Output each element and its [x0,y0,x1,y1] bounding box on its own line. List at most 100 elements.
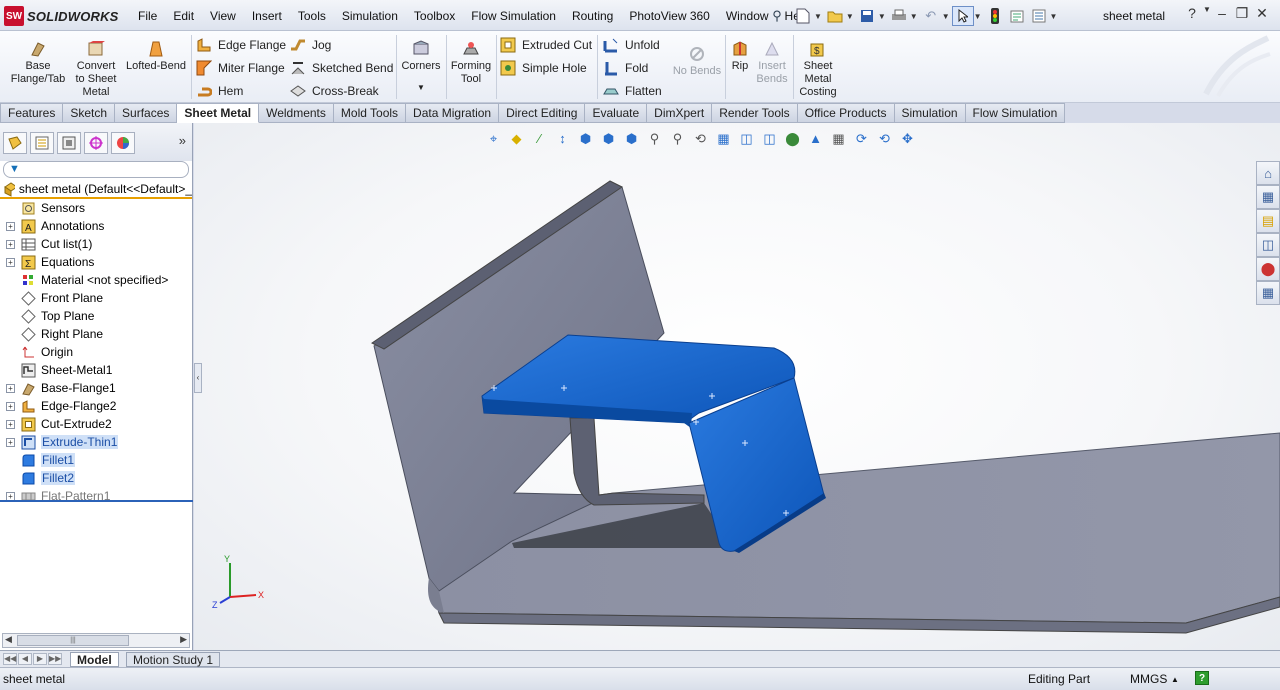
menu-edit[interactable]: Edit [173,9,194,23]
tab-direct-editing[interactable]: Direct Editing [499,103,586,123]
jog-button[interactable]: Jog [290,37,331,53]
restore-icon[interactable]: ❐ [1232,5,1252,22]
graphics-area[interactable]: ‹ ⌖ ◆ ∕ ↕ ⬢ ⬢ ⬢ ⚲ ⚲ ⟲ ▦ ◫ ◫ ⬤ ▲ ▦ ⟳ ⟲ ✥ … [194,123,1280,650]
tab-dimxpert[interactable]: DimXpert [647,103,713,123]
print-icon[interactable] [888,6,910,26]
undo-dropdown-icon[interactable]: ▼ [942,12,950,21]
solidworks-resources-tab[interactable]: ⌂ [1256,161,1280,185]
open-folder-icon[interactable] [824,6,846,26]
hem-button[interactable]: Hem [196,83,243,99]
flatten-button[interactable]: Flatten [603,83,662,99]
configurationmanager-tab[interactable] [57,132,81,154]
tree-item-base-flange1[interactable]: + Base-Flange1 [0,379,192,397]
sheet-metal-costing-button[interactable]: $ Sheet Metal Costing [797,40,839,99]
tab-office-products[interactable]: Office Products [797,103,895,123]
scroll-right-icon[interactable]: ▶ [180,634,187,645]
more-tabs-icon[interactable]: » [179,133,186,148]
tree-item-material-not-specified[interactable]: Material <not specified> [0,271,192,289]
quick-tips-help-icon[interactable]: ? [1195,671,1209,685]
dimxpertmanager-tab[interactable] [84,132,108,154]
menu-view[interactable]: View [210,9,236,23]
lofted-bend-button[interactable]: Lofted-Bend [124,40,188,73]
tab-surfaces[interactable]: Surfaces [115,103,178,123]
tree-item-extrude-thin1[interactable]: + Extrude-Thin1 [0,433,192,451]
no-bends-button[interactable]: No Bends [670,45,724,78]
simple-hole-button[interactable]: Simple Hole [500,60,587,76]
select-dropdown-icon[interactable]: ▼ [974,12,982,21]
base-plate[interactable] [428,432,1280,624]
tree-item-fillet1[interactable]: Fillet1 [0,451,192,469]
menu-flow-simulation[interactable]: Flow Simulation [471,9,556,23]
tab-evaluate[interactable]: Evaluate [585,103,648,123]
tree-item-sensors[interactable]: Sensors [0,199,192,217]
close-icon[interactable]: ✕ [1252,5,1272,22]
edge-flange-button[interactable]: Edge Flange [196,37,286,53]
tab-motion-study-1[interactable]: Motion Study 1 [126,652,221,667]
featuremanager-tab[interactable] [3,132,27,154]
new-document-icon[interactable] [792,6,814,26]
first-tab-icon[interactable]: ◀◀ [3,653,17,665]
next-tab-icon[interactable]: ▶ [33,653,47,665]
base-flange-button[interactable]: Base Flange/Tab [8,40,68,86]
cross-break-button[interactable]: Cross-Break [290,83,379,99]
previous-tab-icon[interactable]: ◀ [18,653,32,665]
tree-item-equations[interactable]: + Σ Equations [0,253,192,271]
expand-toggle-icon[interactable]: + [6,239,15,249]
open-dropdown-icon[interactable]: ▼ [846,12,854,21]
insert-bends-button[interactable]: Insert Bends [754,40,790,86]
tree-item-flat-pattern1[interactable]: + Flat-Pattern1 [0,487,192,505]
save-dropdown-icon[interactable]: ▼ [878,12,886,21]
select-pointer-icon[interactable] [951,6,974,26]
expand-toggle-icon[interactable]: + [6,401,15,411]
tab-sheet-metal[interactable]: Sheet Metal [177,103,260,123]
rebuild-traffic-light-icon[interactable] [984,6,1006,26]
horizontal-scrollbar[interactable]: ◀ ||| ▶ [2,633,190,648]
expand-toggle-icon[interactable]: + [6,257,15,267]
options-dropdown-icon[interactable]: ▼ [1050,12,1058,21]
tree-item-annotations[interactable]: + A Annotations [0,217,192,235]
displaymanager-tab[interactable] [111,132,135,154]
tree-item-right-plane[interactable]: Right Plane [0,325,192,343]
scroll-left-icon[interactable]: ◀ [5,634,12,645]
feature-tree-root[interactable]: sheet metal (Default<<Default>_ [0,181,192,199]
print-dropdown-icon[interactable]: ▼ [910,12,918,21]
undo-icon[interactable]: ↶ [920,6,942,26]
menu-photoview[interactable]: PhotoView 360 [629,9,710,23]
tab-mold-tools[interactable]: Mold Tools [333,103,407,123]
tree-item-origin[interactable]: Origin [0,343,192,361]
status-units[interactable]: MMGS [1130,672,1167,686]
expand-toggle-icon[interactable]: + [6,383,15,393]
tree-item-cut-extrude2[interactable]: + Cut-Extrude2 [0,415,192,433]
corners-dropdown-icon[interactable]: ▼ [399,81,443,94]
menu-simulation[interactable]: Simulation [342,9,398,23]
pin-icon[interactable]: ⚲ [766,6,788,26]
options-icon[interactable] [1028,6,1050,26]
rollback-bar[interactable] [0,500,193,502]
appearances-tab[interactable]: ⬤ [1256,257,1280,281]
tree-item-top-plane[interactable]: Top Plane [0,307,192,325]
last-tab-icon[interactable]: ▶▶ [48,653,62,665]
tab-weldments[interactable]: Weldments [259,103,334,123]
new-dropdown-icon[interactable]: ▼ [814,12,822,21]
expand-toggle-icon[interactable]: + [6,419,15,429]
rip-button[interactable]: Rip [728,40,752,73]
help-dropdown-icon[interactable]: ▼ [1202,5,1212,22]
minimize-icon[interactable]: – [1212,5,1232,22]
tree-item-cut-list-1[interactable]: + Cut list(1) [0,235,192,253]
tab-model[interactable]: Model [70,652,119,667]
tab-flow-simulation[interactable]: Flow Simulation [965,103,1066,123]
tab-render-tools[interactable]: Render Tools [712,103,798,123]
menu-toolbox[interactable]: Toolbox [414,9,455,23]
file-explorer-tab[interactable]: ▤ [1256,209,1280,233]
menu-tools[interactable]: Tools [298,9,326,23]
fold-button[interactable]: Fold [603,60,648,76]
menu-insert[interactable]: Insert [252,9,282,23]
unfold-button[interactable]: Unfold [603,37,660,53]
expand-toggle-icon[interactable]: + [6,437,15,447]
corners-button[interactable]: Corners ▼ [399,40,443,94]
sketched-bend-button[interactable]: Sketched Bend [290,60,393,76]
tree-item-fillet2[interactable]: Fillet2 [0,469,192,487]
design-library-tab[interactable]: ▦ [1256,185,1280,209]
tree-item-edge-flange2[interactable]: + Edge-Flange2 [0,397,192,415]
menu-file[interactable]: File [138,9,157,23]
